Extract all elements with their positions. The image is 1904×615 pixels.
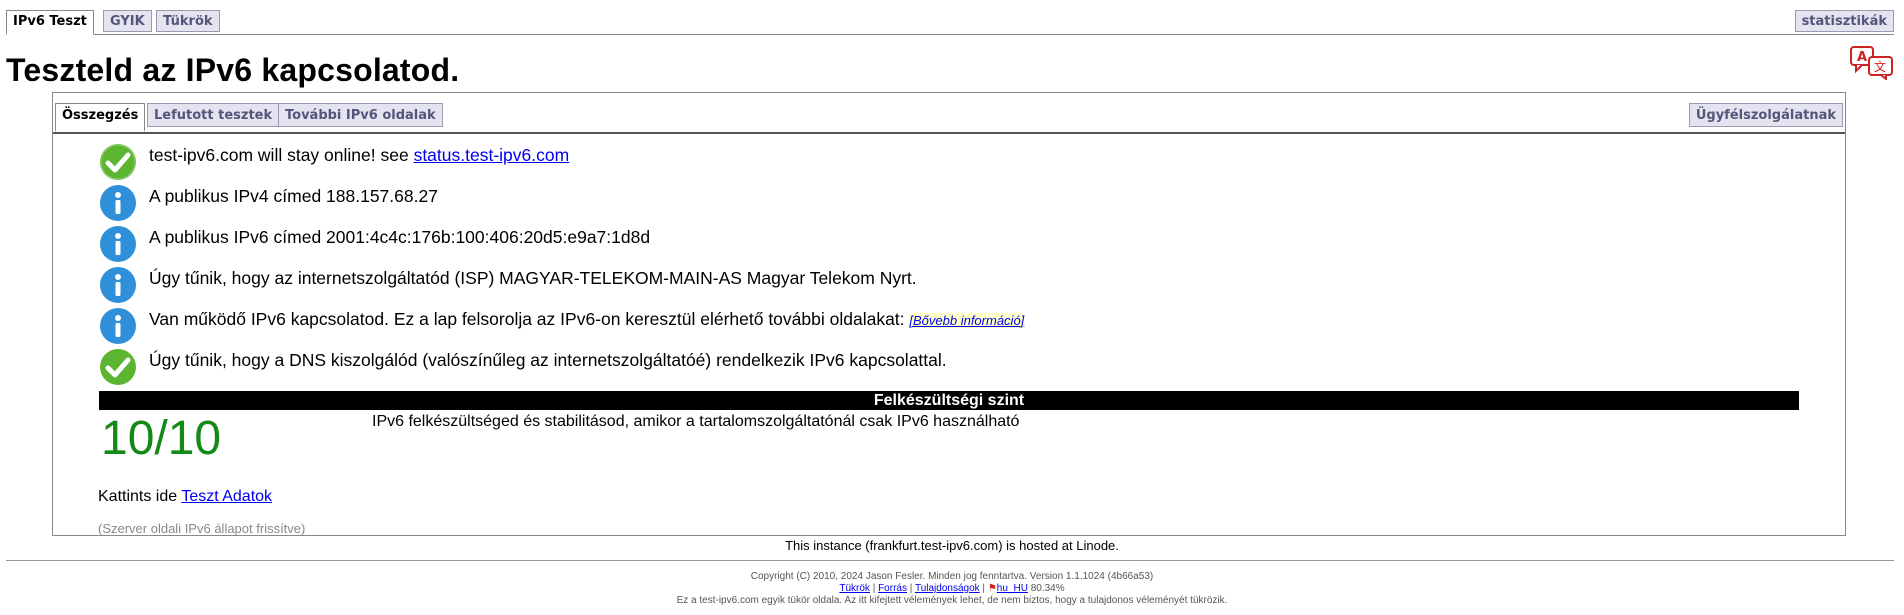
footer-source-link[interactable]: Forrás [878,583,907,594]
locale-icon: ⚑ [987,583,997,594]
tab-summary[interactable]: Összegzés [55,103,146,132]
info-icon [100,226,136,262]
tab-stats[interactable]: statisztikák [1794,10,1894,32]
dns-text: Úgy tűnik, hogy a DNS kiszolgálód (valós… [149,350,947,370]
tab-tests-run[interactable]: Lefutott tesztek [147,103,280,127]
translate-icon[interactable]: A 文 [1850,46,1894,80]
isp-text: Úgy tűnik, hogy az internetszolgáltatód … [149,268,917,288]
info-icon [100,267,136,303]
page-title: Teszteld az IPv6 kapcsolatod. [6,52,460,88]
footer-locale-link[interactable]: hu_HU [997,583,1028,594]
tab-ipv6-test[interactable]: IPv6 Teszt [6,10,94,35]
footer-mirrors-link[interactable]: Tükrök [839,583,870,594]
readiness-header: Felkészültségi szint [99,391,1799,410]
tab-helpdesk[interactable]: Ügyfélszolgálatnak [1688,103,1843,127]
footer: Copyright (C) 2010, 2024 Jason Fesler. M… [0,571,1904,607]
info-icon [100,185,136,221]
footer-divider [6,560,1894,561]
check-icon [100,144,136,180]
ipv4-address-text: A publikus IPv4 címed 188.157.68.27 [149,186,438,206]
info-icon [100,308,136,344]
copyright: Copyright (C) 2010, 2024 Jason Fesler. M… [750,571,1154,582]
readiness-score: 10/10 [101,412,222,465]
tab-faq[interactable]: GYIK [103,10,152,32]
top-tab-bar: IPv6 Teszt GYIK Tükrök statisztikák [6,10,1894,35]
test-data-link[interactable]: Teszt Adatok [181,488,272,505]
ipv6-address-text: A publikus IPv6 címed 2001:4c4c:176b:100… [149,227,651,247]
tab-mirrors[interactable]: Tükrök [156,10,220,32]
footer-links: Tükrök | Forrás | Tulajdonságok | ⚑hu_HU… [839,583,1065,594]
result-text: test-ipv6.com will stay online! see stat… [149,145,570,165]
svg-text:文: 文 [1874,59,1886,74]
hosted-notice: This instance (frankfurt.test-ipv6.com) … [785,538,1119,553]
sub-tab-bar: Összegzés Lefutott tesztek További IPv6 … [53,103,1845,134]
more-info-link[interactable]: [Bővebb információ] [909,313,1025,328]
test-data-line: Kattints ide Teszt Adatok [98,488,273,505]
ipv6-connectivity-text: Van működő IPv6 kapcsolatod. Ez a lap fe… [149,309,1025,329]
readiness-description: IPv6 felkészültséged és stabilitásod, am… [372,413,1020,430]
main-panel: Összegzés Lefutott tesztek További IPv6 … [52,92,1846,536]
locale-percentage: 80.34% [1030,583,1065,594]
check-icon [100,349,136,385]
tab-other-ipv6-sites[interactable]: További IPv6 oldalak [278,103,443,127]
server-status-note: (Szerver oldali IPv6 állapot frissítve) [98,521,306,536]
mirror-disclaimer: Ez a test-ipv6.com egyik tükör oldala. A… [676,595,1228,606]
status-link[interactable]: status.test-ipv6.com [414,145,570,165]
svg-text:A: A [1857,50,1867,65]
footer-ownership-link[interactable]: Tulajdonságok [915,583,980,594]
